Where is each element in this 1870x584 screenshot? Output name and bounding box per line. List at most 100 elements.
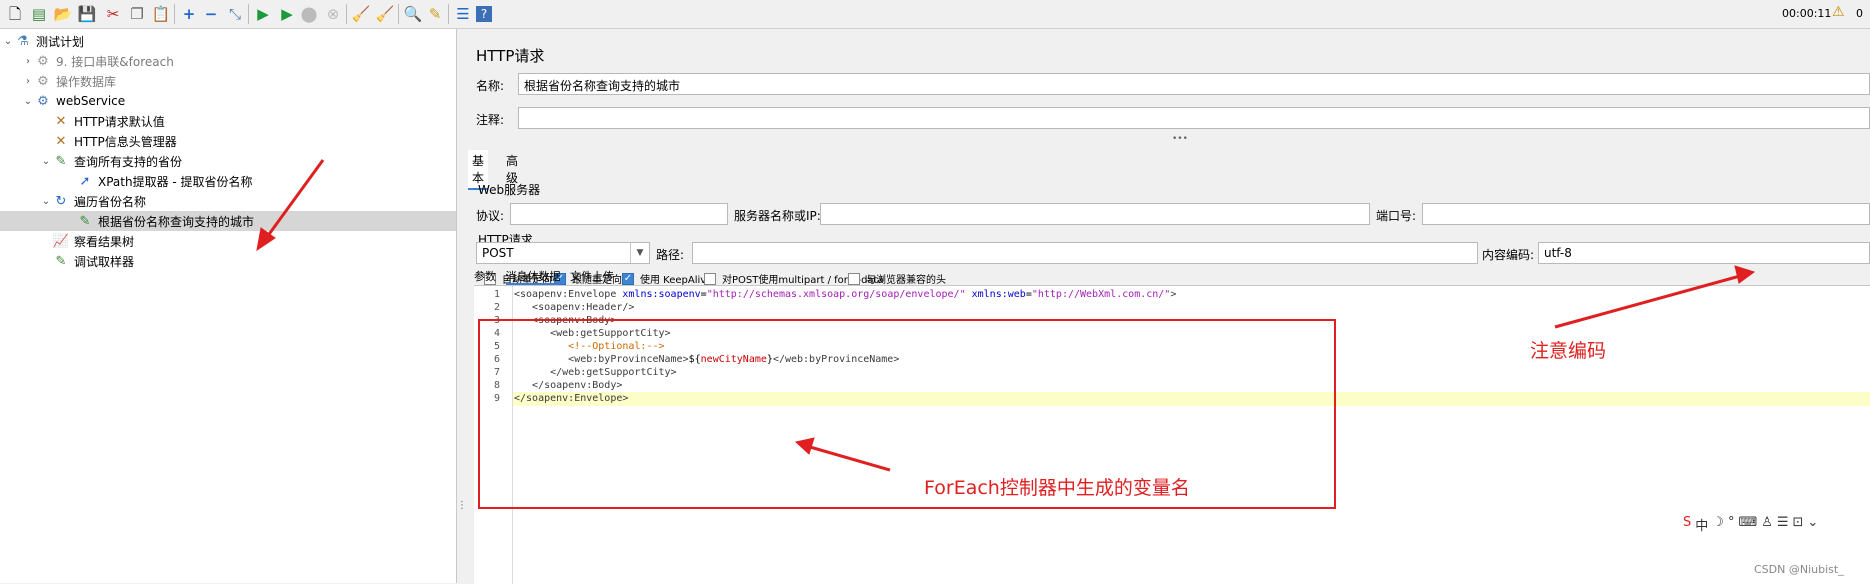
ime-logo-icon[interactable]: S bbox=[1683, 515, 1691, 534]
warning-icon[interactable]: ⚠ bbox=[1832, 4, 1845, 20]
collapse-icon[interactable]: − bbox=[200, 3, 222, 25]
test-plan-icon: ⚗ bbox=[17, 33, 29, 49]
splitter-dots[interactable]: ••• bbox=[1172, 134, 1188, 144]
tree-item-debug-sampler[interactable]: ✎ 调试取样器 bbox=[52, 251, 134, 271]
tree-item-xpath-extractor[interactable]: ➚ XPath提取器 - 提取省份名称 bbox=[76, 171, 253, 191]
comment-field[interactable] bbox=[518, 107, 1870, 129]
encoding-field[interactable]: utf-8 bbox=[1538, 242, 1870, 264]
tree-item-label: HTTP信息头管理器 bbox=[74, 134, 177, 149]
name-field[interactable]: 根据省份名称查询支持的城市 bbox=[518, 73, 1870, 95]
sampler-pipette-icon: ✎ bbox=[55, 253, 67, 269]
reset-search-icon[interactable]: ✎ bbox=[424, 3, 446, 25]
toolbar-separator bbox=[174, 4, 175, 24]
ime-user-icon[interactable]: ♙ bbox=[1761, 515, 1773, 534]
server-label: 服务器名称或IP: bbox=[734, 209, 821, 223]
new-icon[interactable]: 🗋 bbox=[4, 3, 26, 25]
keepalive-checkbox[interactable]: ✓ 使用 KeepAlive bbox=[622, 271, 712, 286]
elapsed-timer: 00:00:11 bbox=[1782, 7, 1832, 20]
browser-headers-checkbox[interactable]: 与浏览器兼容的头 bbox=[848, 271, 946, 286]
tree-item-label: 9. 接口串联&foreach bbox=[56, 54, 174, 69]
function-helper-icon[interactable]: ☰ bbox=[452, 3, 474, 25]
annotation-red-box bbox=[478, 319, 1336, 509]
ime-moon-icon[interactable]: ☽ bbox=[1712, 515, 1724, 534]
watermark: CSDN @Niubist_ bbox=[1754, 563, 1844, 576]
ime-more-icon[interactable]: ⌄ bbox=[1807, 515, 1818, 534]
pane-splitter-handle[interactable]: ⋮ bbox=[457, 500, 467, 511]
tree-item-database[interactable]: › ⚙ 操作数据库 bbox=[22, 71, 116, 91]
encoding-label: 内容编码: bbox=[1482, 248, 1535, 262]
shutdown-icon[interactable]: ⊗ bbox=[322, 3, 344, 25]
save-icon[interactable]: 💾 bbox=[76, 3, 98, 25]
start-icon[interactable]: ▶ bbox=[252, 3, 274, 25]
ime-punct-icon[interactable]: ° bbox=[1728, 515, 1735, 534]
tree-item-label: webService bbox=[56, 94, 126, 108]
comment-label: 注释: bbox=[476, 113, 505, 127]
clear-icon[interactable]: 🧹 bbox=[350, 3, 372, 25]
templates-icon[interactable]: ▤ bbox=[28, 3, 50, 25]
toggle-icon[interactable]: ⤡ bbox=[224, 3, 246, 25]
start-no-pause-icon[interactable]: ▶ bbox=[276, 3, 298, 25]
cut-icon[interactable]: ✂ bbox=[102, 3, 124, 25]
config-wrench-icon: ✕ bbox=[55, 113, 67, 129]
tree-item-header-manager[interactable]: ✕ HTTP信息头管理器 bbox=[52, 131, 177, 151]
clear-all-icon[interactable]: 🧹 bbox=[374, 3, 396, 25]
panel-title: HTTP请求 bbox=[476, 47, 545, 65]
checkbox-box[interactable]: ✓ bbox=[622, 272, 634, 285]
tree-item-foreach[interactable]: › ⚙ 9. 接口串联&foreach bbox=[22, 51, 174, 71]
chevron-right-icon[interactable]: › bbox=[22, 56, 34, 67]
expand-icon[interactable]: + bbox=[178, 3, 200, 25]
tree-item-webservice[interactable]: ⌄ ⚙ webService bbox=[22, 91, 125, 111]
sampler-pipette-icon: ✎ bbox=[55, 153, 67, 169]
tree-item-label: 测试计划 bbox=[36, 34, 85, 49]
chevron-down-icon[interactable]: ⌄ bbox=[2, 36, 14, 47]
ime-menu-icon[interactable]: ☰ bbox=[1777, 515, 1789, 534]
paste-icon[interactable]: 📋 bbox=[150, 3, 172, 25]
path-field[interactable] bbox=[692, 242, 1478, 264]
tree-item-label: 操作数据库 bbox=[56, 74, 117, 89]
code-line-1: <soapenv:Envelope xmlns:soapenv="http://… bbox=[514, 289, 1177, 300]
tree-item-query-provinces[interactable]: ⌄ ✎ 查询所有支持的省份 bbox=[40, 151, 182, 171]
chevron-right-icon[interactable]: › bbox=[22, 76, 34, 87]
tab-body-data[interactable]: 消息体数据 bbox=[505, 270, 561, 285]
tab-file-upload[interactable]: 文件上传 bbox=[570, 270, 614, 283]
line-number: 1 bbox=[493, 289, 500, 300]
method-select[interactable]: POST ▼ bbox=[476, 242, 650, 264]
search-icon[interactable]: 🔍 bbox=[402, 3, 424, 25]
config-wrench-icon: ✕ bbox=[55, 133, 67, 149]
checkbox-box[interactable] bbox=[704, 272, 716, 285]
method-value: POST bbox=[482, 246, 514, 260]
ime-keyboard-icon[interactable]: ⌨ bbox=[1738, 515, 1757, 534]
checkbox-label: 与浏览器兼容的头 bbox=[866, 275, 946, 286]
thread-group-gear-icon: ⚙ bbox=[37, 53, 49, 69]
port-label: 端口号: bbox=[1376, 209, 1417, 223]
chevron-down-icon[interactable]: ⌄ bbox=[40, 196, 52, 207]
copy-icon[interactable]: ❐ bbox=[126, 3, 148, 25]
server-field[interactable] bbox=[820, 203, 1370, 225]
ime-skin-icon[interactable]: ⊡ bbox=[1793, 515, 1804, 534]
help-icon[interactable]: ? bbox=[476, 6, 492, 22]
tree-item-results-tree[interactable]: 📈 察看结果树 bbox=[52, 231, 134, 251]
controller-icon: ↻ bbox=[55, 193, 67, 209]
tree-item-http-defaults[interactable]: ✕ HTTP请求默认值 bbox=[52, 111, 165, 131]
tree-item-foreach-controller[interactable]: ⌄ ↻ 遍历省份名称 bbox=[40, 191, 146, 211]
tree-item-query-cities[interactable]: ✎ 根据省份名称查询支持的城市 bbox=[0, 211, 456, 231]
tree-item-test-plan[interactable]: ⌄ ⚗ 测试计划 bbox=[2, 31, 84, 51]
open-icon[interactable]: 📂 bbox=[52, 3, 74, 25]
port-field[interactable] bbox=[1422, 203, 1870, 225]
ime-chinese-icon[interactable]: 中 bbox=[1695, 515, 1708, 534]
checkbox-box[interactable] bbox=[848, 272, 860, 285]
toolbar-separator bbox=[346, 4, 347, 24]
annotation-variable-note: ForEach控制器中生成的变量名 bbox=[924, 477, 1190, 499]
tree-item-label: 遍历省份名称 bbox=[74, 194, 147, 209]
chevron-down-icon[interactable]: ⌄ bbox=[22, 96, 34, 107]
tree-item-label: 根据省份名称查询支持的城市 bbox=[98, 214, 255, 229]
chevron-down-icon[interactable]: ▼ bbox=[630, 243, 649, 263]
protocol-field[interactable] bbox=[510, 203, 728, 225]
stop-icon[interactable]: ⬤ bbox=[298, 3, 320, 25]
tree-item-label: 查询所有支持的省份 bbox=[74, 154, 183, 169]
path-label: 路径: bbox=[656, 248, 685, 262]
chevron-down-icon[interactable]: ⌄ bbox=[40, 156, 52, 167]
tree-item-label: XPath提取器 - 提取省份名称 bbox=[98, 174, 253, 189]
tree-item-label: HTTP请求默认值 bbox=[74, 114, 165, 129]
tab-parameters[interactable]: 参数 bbox=[474, 270, 496, 283]
